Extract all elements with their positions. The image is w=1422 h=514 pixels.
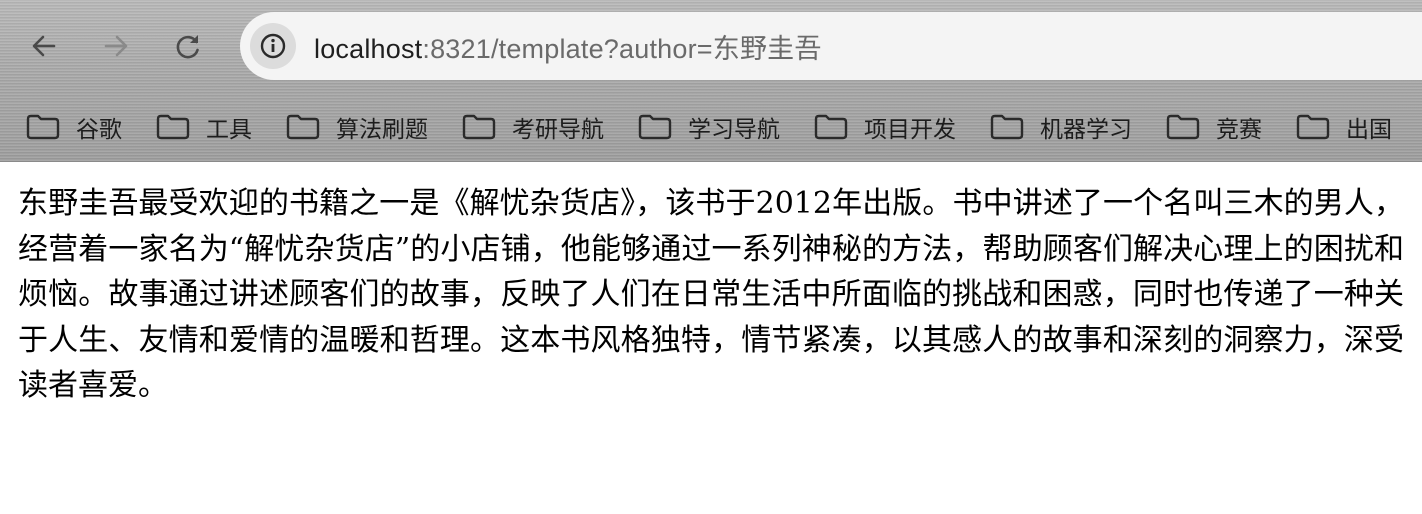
book-description-paragraph: 东野圭吾最受欢迎的书籍之一是《解忧杂货店》，该书于2012年出版。书中讲述了一个… <box>18 186 1404 403</box>
bookmark-label: 算法刷题 <box>336 117 428 143</box>
forward-button[interactable] <box>96 26 136 66</box>
info-icon <box>260 33 286 59</box>
forward-arrow-icon <box>104 35 128 57</box>
bookmark-label: 工具 <box>206 117 252 143</box>
reload-button[interactable] <box>168 26 208 66</box>
bookmark-folder-exam-nav[interactable]: 考研导航 <box>462 107 604 147</box>
bookmark-folder-study-nav[interactable]: 学习导航 <box>638 107 780 147</box>
browser-chrome: localhost:8321/template?author=东野圭吾 谷歌 工… <box>0 0 1422 162</box>
bookmark-label: 项目开发 <box>864 117 956 143</box>
bookmark-label: 出国 <box>1346 117 1392 143</box>
bookmark-label: 学习导航 <box>688 117 780 143</box>
bookmark-folder-competitions[interactable]: 竞赛 <box>1166 107 1262 147</box>
bookmark-label: 机器学习 <box>1040 117 1132 143</box>
page-content: 东野圭吾最受欢迎的书籍之一是《解忧杂货店》，该书于2012年出版。书中讲述了一个… <box>0 162 1422 409</box>
reload-icon <box>176 35 199 59</box>
back-arrow-icon <box>32 35 56 57</box>
folder-icon <box>462 114 496 140</box>
folder-icon <box>26 114 60 140</box>
bookmark-folder-algorithms[interactable]: 算法刷题 <box>286 107 428 147</box>
bookmark-label: 竞赛 <box>1216 117 1262 143</box>
browser-toolbar: localhost:8321/template?author=东野圭吾 <box>0 0 1422 92</box>
folder-icon <box>814 114 848 140</box>
folder-icon <box>286 114 320 140</box>
folder-icon <box>156 114 190 140</box>
bookmark-label: 考研导航 <box>512 117 604 143</box>
bookmark-folder-google[interactable]: 谷歌 <box>26 107 122 147</box>
back-button[interactable] <box>24 26 64 66</box>
bookmark-folder-machine-learning[interactable]: 机器学习 <box>990 107 1132 147</box>
folder-icon <box>990 114 1024 140</box>
bookmark-folder-tools[interactable]: 工具 <box>156 107 252 147</box>
folder-icon <box>638 114 672 140</box>
folder-icon <box>1166 114 1200 140</box>
url-host: localhost <box>314 33 423 64</box>
site-info-button[interactable] <box>250 23 296 69</box>
url-text[interactable]: localhost:8321/template?author=东野圭吾 <box>314 27 822 66</box>
bookmark-folder-projects[interactable]: 项目开发 <box>814 107 956 147</box>
url-path: :8321/template?author=东野圭吾 <box>422 33 822 64</box>
bookmarks-bar: 谷歌 工具 算法刷题 考研导航 学习导航 项目开发 机器学习 竞赛 出国 <box>0 92 1422 162</box>
address-bar[interactable]: localhost:8321/template?author=东野圭吾 <box>240 12 1422 80</box>
folder-icon <box>1296 114 1330 140</box>
bookmark-label: 谷歌 <box>76 117 122 143</box>
bookmark-folder-abroad[interactable]: 出国 <box>1296 107 1392 147</box>
